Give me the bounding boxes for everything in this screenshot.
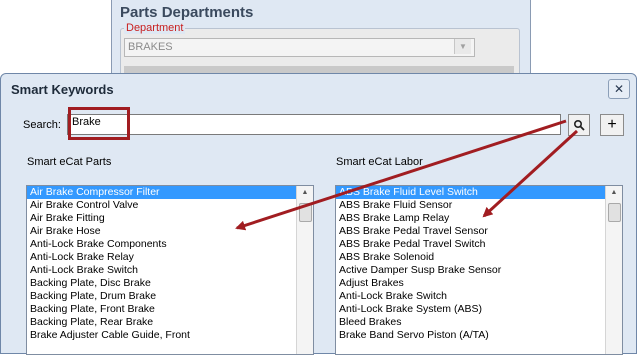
search-highlight-box <box>68 107 130 140</box>
add-button[interactable]: + <box>600 114 624 136</box>
search-label: Search: <box>23 119 61 131</box>
list-item[interactable]: Air Brake Hose <box>27 225 313 238</box>
list-item[interactable]: ABS Brake Solenoid <box>336 251 622 264</box>
list-item[interactable]: Active Damper Susp Brake Sensor <box>336 264 622 277</box>
list-item[interactable]: ABS Brake Pedal Travel Switch <box>336 238 622 251</box>
list-item[interactable]: ABS Brake Lamp Relay <box>336 212 622 225</box>
list-item[interactable]: Air Brake Compressor Filter <box>27 186 313 199</box>
list-item[interactable]: Anti-Lock Brake System (ABS) <box>336 303 622 316</box>
scroll-up-icon[interactable]: ▲ <box>606 186 622 199</box>
list-item[interactable]: Air Brake Control Valve <box>27 199 313 212</box>
chevron-down-icon[interactable]: ▼ <box>454 39 471 54</box>
parts-departments-window: Parts Departments Department BRAKES ▼ <box>111 0 531 90</box>
parts-departments-title: Parts Departments <box>120 4 254 21</box>
list-item[interactable]: Bleed Brakes <box>336 316 622 329</box>
search-button[interactable] <box>568 114 590 136</box>
labor-listbox[interactable]: ABS Brake Fluid Level Switch ABS Brake Fl… <box>335 185 623 355</box>
list-item[interactable]: Brake Adjuster Cable Guide, Front <box>27 329 313 342</box>
close-icon: ✕ <box>613 82 625 96</box>
list-item[interactable]: Anti-Lock Brake Switch <box>336 290 622 303</box>
labor-scrollbar[interactable]: ▲ <box>605 186 622 354</box>
parts-scrollbar[interactable]: ▲ <box>296 186 313 354</box>
labor-list-title: Smart eCat Labor <box>336 156 423 168</box>
list-item[interactable]: ABS Brake Fluid Sensor <box>336 199 622 212</box>
list-item[interactable]: Anti-Lock Brake Switch <box>27 264 313 277</box>
list-item[interactable]: ABS Brake Pedal Travel Sensor <box>336 225 622 238</box>
scroll-thumb[interactable] <box>299 203 312 222</box>
parts-listbox[interactable]: Air Brake Compressor Filter Air Brake Con… <box>26 185 314 355</box>
list-item[interactable]: Anti-Lock Brake Relay <box>27 251 313 264</box>
plus-icon: + <box>607 116 617 133</box>
list-item[interactable]: Backing Plate, Drum Brake <box>27 290 313 303</box>
magnifier-icon <box>573 120 585 131</box>
list-item[interactable]: Air Brake Fitting <box>27 212 313 225</box>
department-group-label: Department <box>124 22 186 34</box>
close-button[interactable]: ✕ <box>608 79 630 99</box>
list-item[interactable]: Adjust Brakes <box>336 277 622 290</box>
list-item[interactable]: Backing Plate, Disc Brake <box>27 277 313 290</box>
parts-list-title: Smart eCat Parts <box>27 156 112 168</box>
dialog-title: Smart Keywords <box>11 82 114 97</box>
department-select[interactable]: BRAKES <box>124 38 475 57</box>
scroll-up-icon[interactable]: ▲ <box>297 186 313 199</box>
list-item[interactable]: ABS Brake Fluid Level Switch <box>336 186 622 199</box>
list-item[interactable]: Anti-Lock Brake Components <box>27 238 313 251</box>
list-item[interactable]: Backing Plate, Rear Brake <box>27 316 313 329</box>
list-item[interactable]: Backing Plate, Front Brake <box>27 303 313 316</box>
smart-keywords-dialog: Smart Keywords ✕ Search: Brake + Smart e… <box>0 73 637 355</box>
search-input[interactable] <box>67 114 561 135</box>
scroll-thumb[interactable] <box>608 203 621 222</box>
list-item[interactable]: Brake Band Servo Piston (A/TA) <box>336 329 622 342</box>
